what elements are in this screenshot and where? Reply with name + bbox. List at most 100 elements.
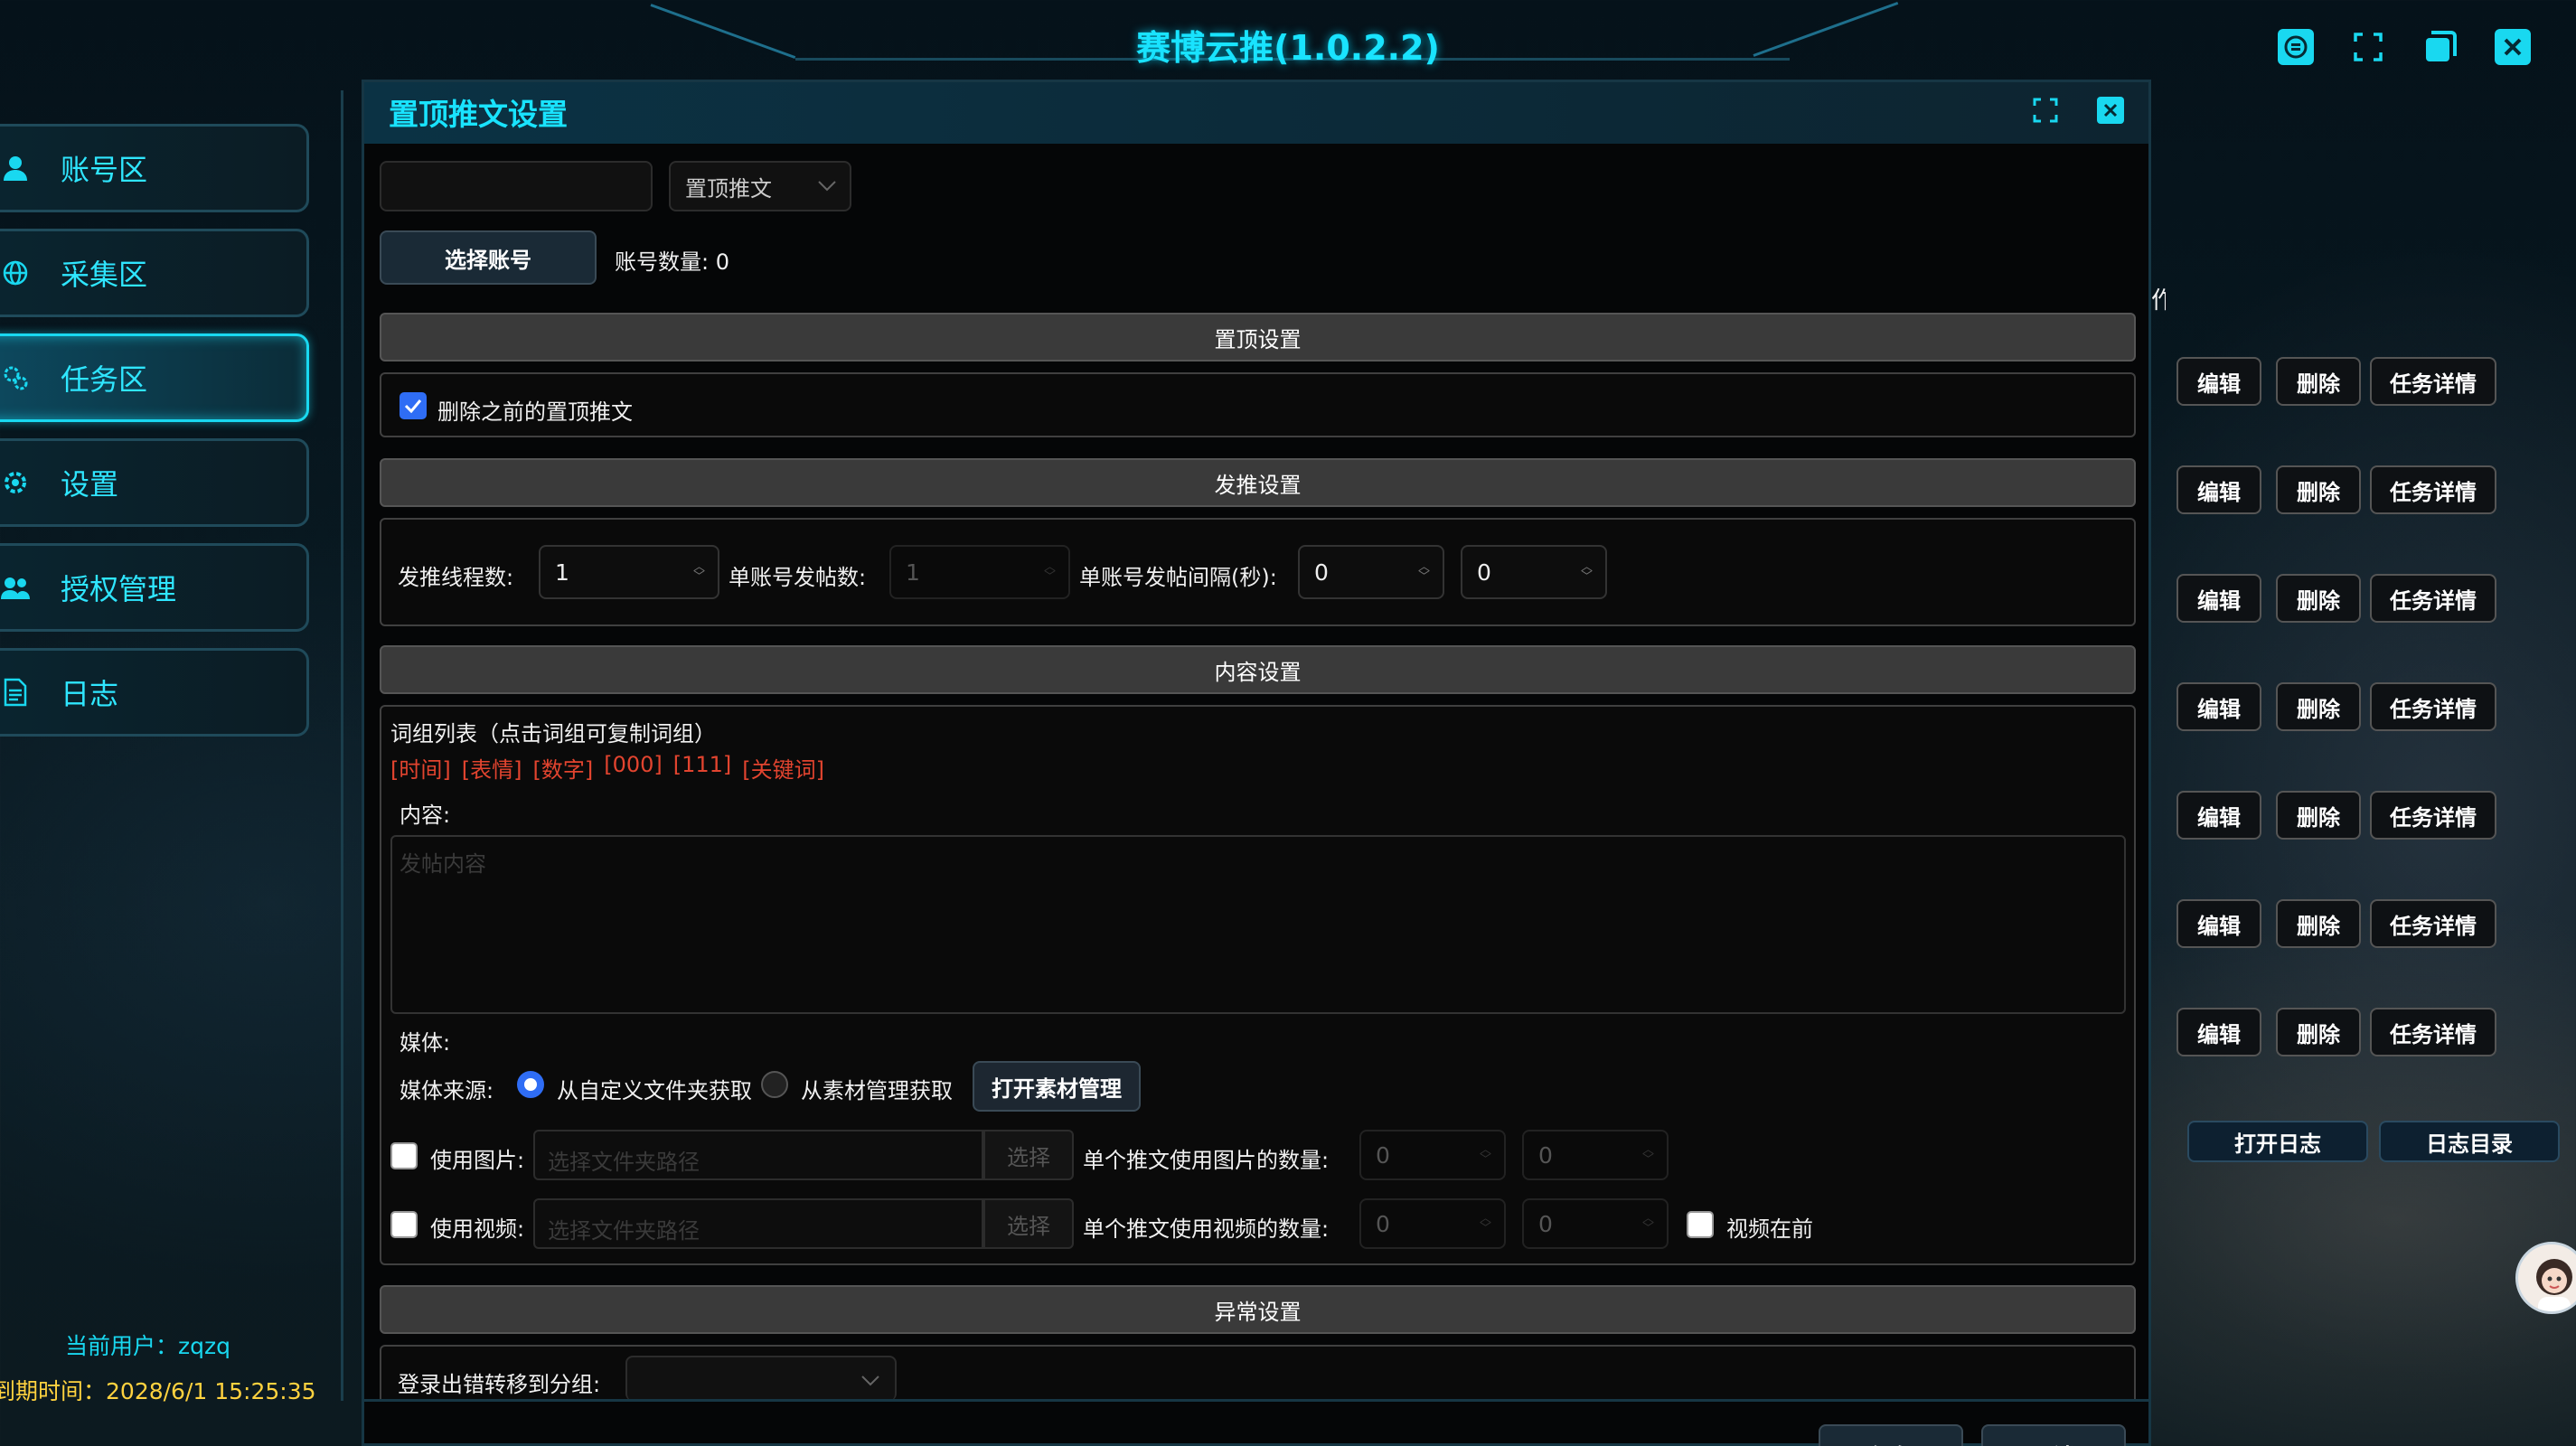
- sidebar-item-label: 授权管理: [61, 572, 177, 606]
- edit-button[interactable]: 编辑: [2176, 899, 2261, 948]
- edit-button[interactable]: 编辑: [2176, 1008, 2261, 1056]
- video-count-min-stepper[interactable]: 0 ︿ ﹀: [1359, 1198, 1506, 1249]
- media-source-material-radio[interactable]: [761, 1071, 788, 1098]
- globe-icon: [0, 255, 33, 291]
- use-video-checkbox[interactable]: [390, 1211, 418, 1238]
- stepper-arrows-icon: ︿ ﹀: [1641, 1212, 1654, 1235]
- dialog-close-icon[interactable]: [2097, 97, 2124, 124]
- delete-button[interactable]: 删除: [2276, 574, 2361, 623]
- wordgroup-tag[interactable]: [111]: [673, 752, 732, 784]
- sidebar-item-license[interactable]: 授权管理: [0, 543, 309, 632]
- wordgroup-tag[interactable]: [表情]: [462, 752, 522, 784]
- stepper-arrows-icon: ︿ ﹀: [1641, 1143, 1654, 1167]
- help-icon[interactable]: [2278, 29, 2314, 65]
- cancel-button[interactable]: 取消: [1981, 1424, 2126, 1446]
- content-textarea[interactable]: 发帖内容: [390, 835, 2126, 1014]
- pin-settings-panel: 删除之前的置顶推文: [380, 372, 2136, 437]
- delete-button[interactable]: 删除: [2276, 357, 2361, 406]
- delete-button[interactable]: 删除: [2276, 465, 2361, 514]
- edit-button[interactable]: 编辑: [2176, 574, 2261, 623]
- interval-min-stepper[interactable]: 0 ︿ ﹀: [1298, 545, 1444, 599]
- wordgroup-title: 词组列表（点击词组可复制词组）: [390, 721, 716, 746]
- delete-button[interactable]: 删除: [2276, 899, 2361, 948]
- stepper-arrows-icon: ︿ ﹀: [1417, 560, 1430, 584]
- sidebar-item-account[interactable]: 账号区: [0, 124, 309, 212]
- sidebar-item-log[interactable]: 日志: [0, 648, 309, 737]
- video-count-label: 单个推文使用视频的数量:: [1083, 1216, 1330, 1242]
- save-button[interactable]: 保存: [1819, 1424, 1963, 1446]
- edit-button[interactable]: 编辑: [2176, 682, 2261, 731]
- dialog-fullscreen-icon[interactable]: [2032, 97, 2059, 124]
- log-dir-button[interactable]: 日志目录: [2379, 1121, 2560, 1162]
- video-path-input[interactable]: 选择文件夹路径: [533, 1198, 983, 1249]
- per-account-value: 1: [906, 559, 920, 586]
- task-name-input[interactable]: [380, 161, 653, 211]
- media-label: 媒体:: [400, 1030, 451, 1056]
- delete-button[interactable]: 删除: [2276, 791, 2361, 840]
- task-type-select[interactable]: 置顶推文: [669, 161, 851, 211]
- use-video-label: 使用视频:: [430, 1216, 525, 1242]
- per-account-label: 单账号发帖数:: [729, 565, 867, 590]
- task-detail-button[interactable]: 任务详情: [2370, 1008, 2496, 1056]
- open-log-button[interactable]: 打开日志: [2187, 1121, 2368, 1162]
- task-detail-button[interactable]: 任务详情: [2370, 899, 2496, 948]
- image-path-input[interactable]: 选择文件夹路径: [533, 1130, 983, 1180]
- media-source-folder-radio[interactable]: [517, 1071, 544, 1098]
- image-count-min-value: 0: [1376, 1141, 1390, 1169]
- current-user-value: zqzq: [178, 1333, 230, 1359]
- users-icon: [0, 569, 33, 606]
- account-count: 账号数量: 0: [615, 244, 729, 276]
- wordgroup-tag[interactable]: [000]: [604, 752, 663, 784]
- edit-button[interactable]: 编辑: [2176, 465, 2261, 514]
- delete-button[interactable]: 删除: [2276, 1008, 2361, 1056]
- edit-button[interactable]: 编辑: [2176, 791, 2261, 840]
- task-detail-button[interactable]: 任务详情: [2370, 574, 2496, 623]
- dialog-title: 置顶推文设置: [389, 97, 568, 132]
- image-count-max-stepper[interactable]: 0 ︿ ﹀: [1522, 1130, 1669, 1180]
- task-detail-button[interactable]: 任务详情: [2370, 465, 2496, 514]
- use-image-checkbox[interactable]: [390, 1142, 418, 1169]
- threads-stepper[interactable]: 1 ︿ ﹀: [539, 545, 719, 599]
- image-count-max-value: 0: [1538, 1141, 1553, 1169]
- wordgroup-tag[interactable]: [关键词]: [742, 752, 824, 784]
- delete-previous-checkbox[interactable]: [400, 392, 427, 419]
- sidebar-item-settings[interactable]: 设置: [0, 438, 309, 527]
- wordgroup-tag[interactable]: [数字]: [532, 752, 593, 784]
- close-icon[interactable]: [2495, 29, 2531, 65]
- expire-time-value: 2028/6/1 15:25:35: [106, 1378, 316, 1404]
- open-material-button[interactable]: 打开素材管理: [973, 1061, 1141, 1112]
- stepper-arrows-icon: ︿ ﹀: [1479, 1212, 1491, 1235]
- app-title: 赛博云推(1.0.2.2): [1136, 28, 1440, 68]
- sidebar-item-task[interactable]: 任务区: [0, 333, 309, 422]
- edit-button[interactable]: 编辑: [2176, 357, 2261, 406]
- error-settings-panel: 登录出错转移到分组:: [380, 1345, 2136, 1401]
- sidebar-item-label: 采集区: [61, 258, 148, 292]
- delete-button[interactable]: 删除: [2276, 682, 2361, 731]
- image-count-label: 单个推文使用图片的数量:: [1083, 1148, 1330, 1173]
- sidebar-item-label: 任务区: [61, 362, 148, 397]
- image-count-min-stepper[interactable]: 0 ︿ ﹀: [1359, 1130, 1506, 1180]
- fullscreen-icon[interactable]: [2350, 29, 2386, 65]
- interval-max-stepper[interactable]: 0 ︿ ﹀: [1461, 545, 1607, 599]
- select-account-button[interactable]: 选择账号: [380, 230, 597, 285]
- task-detail-button[interactable]: 任务详情: [2370, 791, 2496, 840]
- gears-icon: [0, 360, 33, 396]
- assistant-avatar[interactable]: [2515, 1242, 2576, 1314]
- image-choose-button[interactable]: 选择: [983, 1130, 1074, 1180]
- sidebar-item-collect[interactable]: 采集区: [0, 229, 309, 317]
- video-count-max-stepper[interactable]: 0 ︿ ﹀: [1522, 1198, 1669, 1249]
- image-path-placeholder: 选择文件夹路径: [548, 1150, 700, 1175]
- video-first-checkbox[interactable]: [1687, 1211, 1714, 1238]
- task-detail-button[interactable]: 任务详情: [2370, 357, 2496, 406]
- dialog-bottom-edge: [362, 1399, 2151, 1402]
- section-content-settings: 内容设置: [380, 645, 2136, 694]
- interval-max-value: 0: [1477, 559, 1491, 586]
- wordgroup-tag[interactable]: [时间]: [390, 752, 451, 784]
- task-detail-button[interactable]: 任务详情: [2370, 682, 2496, 731]
- stepper-arrows-icon: ︿ ﹀: [1580, 560, 1593, 584]
- move-group-select[interactable]: [625, 1356, 897, 1401]
- cancel-button-label: 取消: [2032, 1439, 2075, 1446]
- restore-icon[interactable]: [2422, 29, 2458, 65]
- per-account-stepper[interactable]: 1 ︿ ﹀: [889, 545, 1070, 599]
- video-choose-button[interactable]: 选择: [983, 1198, 1074, 1249]
